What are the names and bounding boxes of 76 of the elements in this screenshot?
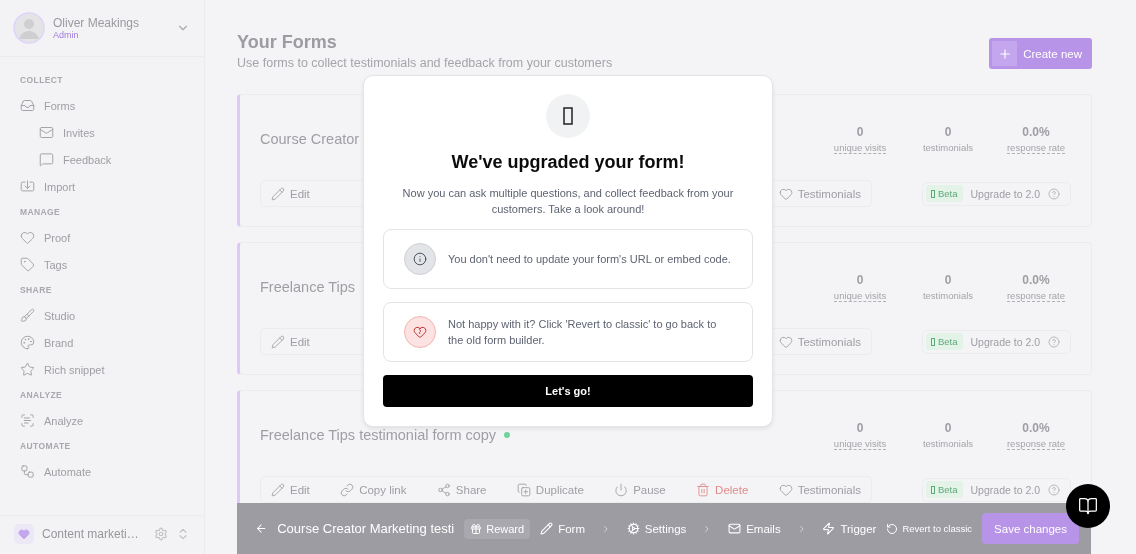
sidebar-item[interactable]: Forms xyxy=(20,93,184,118)
sidebar-item[interactable]: Proof xyxy=(20,225,184,250)
workspace-name[interactable]: Content marketi… xyxy=(42,527,146,541)
note-text: Not happy with it? Click 'Revert to classic' to go back to the old form builder. xyxy=(448,317,718,348)
form-title[interactable]: Freelance Tips xyxy=(260,279,356,295)
page-subtitle: Use forms to collect testimonials and feedback from your customers xyxy=(237,56,613,70)
sidebar-item[interactable]: Invites xyxy=(20,120,184,145)
section-heading: MANAGE xyxy=(20,207,62,217)
step-tab[interactable]: Emails xyxy=(728,522,781,535)
sidebar-item[interactable]: Import xyxy=(20,174,184,199)
sidebar-item[interactable]: Rich snippet xyxy=(20,357,184,382)
beta-badge: Beta xyxy=(926,185,963,202)
stat-value: 0.0% xyxy=(1022,125,1050,139)
action-button[interactable]: Testimonials xyxy=(768,329,871,354)
sidebar-item[interactable]: Tags xyxy=(20,252,184,277)
step-tab[interactable]: Trigger xyxy=(822,522,877,535)
save-button[interactable]: Save changes xyxy=(982,513,1079,544)
upgrade-button[interactable]: Beta Upgrade to 2.0 xyxy=(922,181,1071,206)
stat-label: unique visits xyxy=(833,290,887,302)
action-button[interactable]: Share xyxy=(426,477,497,502)
sidebar-item[interactable]: Automate xyxy=(20,459,184,484)
sidebar-item[interactable]: Studio xyxy=(20,303,184,328)
section-heading: ANALYZE xyxy=(20,390,64,400)
stat-value: 0 xyxy=(856,125,864,139)
upgrade-label: Upgrade to 2.0 xyxy=(970,335,1040,348)
sidebar-item[interactable]: Analyze xyxy=(20,408,184,433)
stat-label: response rate xyxy=(1006,290,1066,302)
stat-label: testimonials xyxy=(922,142,974,154)
user-name: Oliver Meakings xyxy=(53,16,141,30)
action-button[interactable]: Testimonials xyxy=(768,181,871,206)
revert-button[interactable]: Revert to classic xyxy=(886,522,973,535)
upgrade-button[interactable]: Beta Upgrade to 2.0 xyxy=(922,329,1071,354)
beta-badge: Beta xyxy=(926,481,963,498)
stat-value: 0 xyxy=(856,273,864,287)
dialog-title: We've upgraded your form! xyxy=(451,152,685,173)
stat-label: testimonials xyxy=(922,290,974,302)
action-button[interactable]: Copy link xyxy=(330,477,417,502)
action-button[interactable]: Edit xyxy=(261,477,320,502)
form-title[interactable]: Course Creator xyxy=(260,131,360,147)
action-button[interactable]: Edit xyxy=(261,329,320,354)
action-button[interactable]: Edit xyxy=(261,181,320,206)
stat-value: 0 xyxy=(944,421,952,435)
step-tab[interactable]: Settings xyxy=(626,522,687,535)
form-name: Course Creator Marketing testi xyxy=(277,521,455,536)
stat-label: testimonials xyxy=(922,438,974,450)
stat-value: 0 xyxy=(944,273,952,287)
lets-go-button[interactable]: Let's go! xyxy=(383,375,753,407)
action-button[interactable]: Delete xyxy=(686,477,759,502)
stat-label: response rate xyxy=(1006,142,1066,154)
stat-value: 0.0% xyxy=(1022,421,1050,435)
beta-badge: Beta xyxy=(926,333,963,350)
user-role: Admin xyxy=(53,30,80,40)
form-title[interactable]: Freelance Tips testimonial form copy xyxy=(260,427,497,443)
section-heading: SHARE xyxy=(20,285,53,295)
stat-label: unique visits xyxy=(833,142,887,154)
reward-button[interactable]: Reward xyxy=(464,518,531,539)
stat-label: unique visits xyxy=(833,438,887,450)
page-title: Your Forms xyxy=(237,32,338,53)
stat-label: response rate xyxy=(1006,438,1066,450)
step-tab[interactable]: Form xyxy=(540,522,585,535)
action-button[interactable]: Duplicate xyxy=(506,477,594,502)
upgrade-label: Upgrade to 2.0 xyxy=(970,187,1040,200)
note-text: You don't need to update your form's URL or embed code. xyxy=(448,252,731,267)
dialog-text: Now you can ask multiple questions, and collect feedback from your customers. Take a look around! xyxy=(401,186,735,217)
action-button[interactable]: Pause xyxy=(604,477,676,502)
section-heading: COLLECT xyxy=(20,75,64,85)
upgrade-label: Upgrade to 2.0 xyxy=(970,483,1040,496)
upgrade-button[interactable]: Beta Upgrade to 2.0 xyxy=(922,477,1071,502)
action-button[interactable]: Testimonials xyxy=(768,477,871,502)
stat-value: 0.0% xyxy=(1022,273,1050,287)
stat-value: 0 xyxy=(856,421,864,435)
sidebar-item[interactable]: Feedback xyxy=(20,147,184,172)
stat-value: 0 xyxy=(944,125,952,139)
sidebar-item[interactable]: Brand xyxy=(20,330,184,355)
section-heading: AUTOMATE xyxy=(20,441,72,451)
create-button[interactable]: Create new xyxy=(989,38,1092,69)
